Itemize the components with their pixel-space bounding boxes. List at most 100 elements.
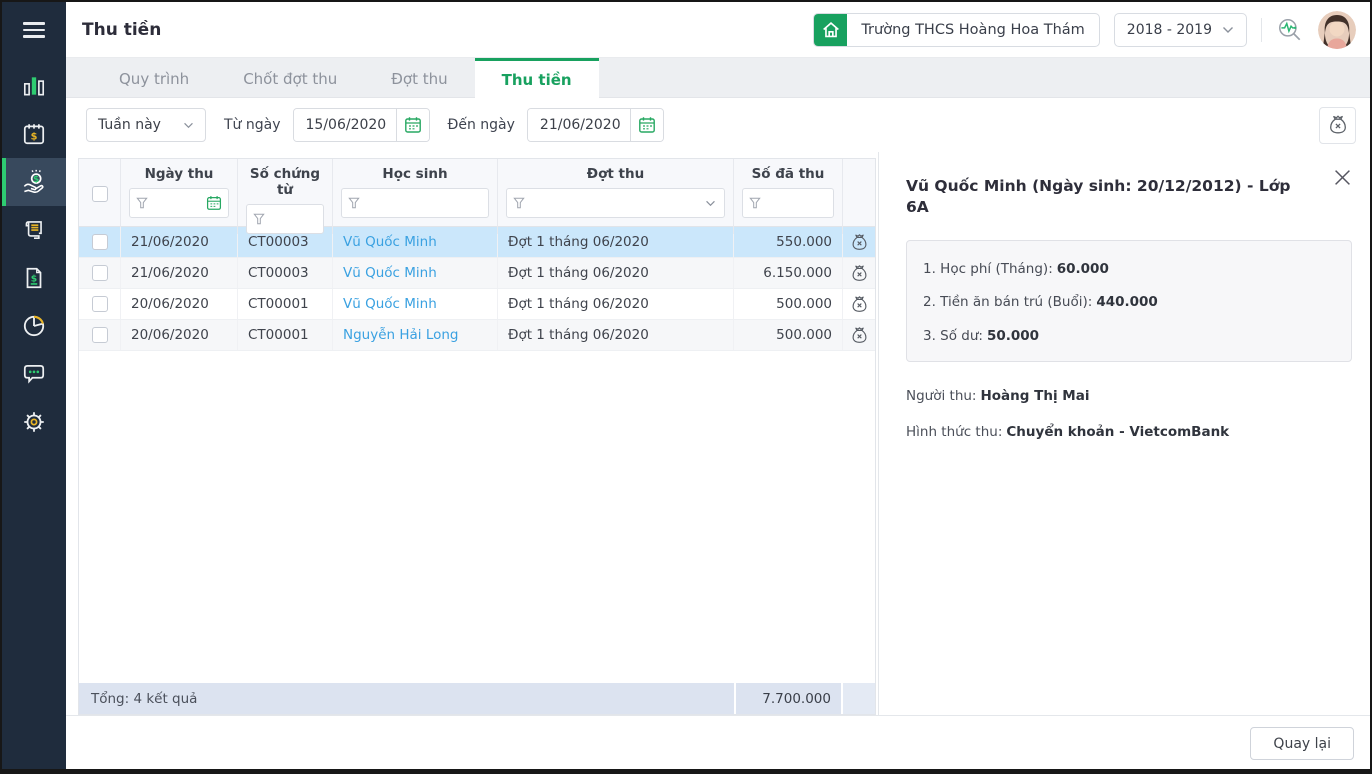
sidebar-item-fee-schedule[interactable]: [2, 110, 66, 158]
money-bag-x-icon: [1326, 113, 1350, 137]
sidebar-item-settings[interactable]: [2, 398, 66, 446]
sidebar-nav: [2, 58, 66, 446]
row-checkbox[interactable]: [92, 327, 108, 343]
sidebar-item-invoices[interactable]: [2, 254, 66, 302]
calendar-icon: [404, 116, 422, 134]
tab-quy-trinh[interactable]: Quy trình: [92, 58, 216, 97]
calendar-icon: [638, 116, 656, 134]
sidebar-item-collect-money[interactable]: [2, 158, 66, 206]
period-select[interactable]: Tuần này: [86, 108, 206, 142]
avatar[interactable]: [1318, 11, 1356, 49]
back-button[interactable]: Quay lại: [1250, 727, 1354, 760]
tab-thu-tien[interactable]: Thu tiền: [475, 58, 599, 98]
collect-money-icon: [21, 169, 48, 196]
payment-method-value: Chuyển khoản - VietcomBank: [1006, 424, 1229, 440]
sidebar-item-dashboard[interactable]: [2, 62, 66, 110]
batch-cell: Đợt 1 tháng 06/2020: [498, 258, 734, 288]
fee-item: 1. Học phí (Tháng):60.000: [923, 261, 1335, 279]
amount-cell: 6.150.000: [734, 258, 843, 288]
cancel-receipt-button[interactable]: [849, 325, 870, 346]
collector-row: Người thu:Hoàng Thị Mai: [906, 388, 1352, 404]
student-link[interactable]: Vũ Quốc Minh: [343, 234, 437, 250]
chevron-down-icon: [1222, 26, 1234, 34]
avatar-photo: [1318, 11, 1356, 49]
school-name: Trường THCS Hoàng Hoa Thám: [847, 22, 1098, 38]
cancel-receipt-toolbar-button[interactable]: [1319, 107, 1356, 144]
date-cell: 20/06/2020: [121, 289, 238, 319]
sidebar-item-messages[interactable]: [2, 350, 66, 398]
school-year-select[interactable]: 2018 - 2019: [1114, 13, 1247, 47]
fee-breakdown-box: 1. Học phí (Tháng):60.000 2. Tiền ăn bán…: [906, 240, 1352, 363]
doc-cell: CT00001: [238, 320, 333, 350]
payment-method-label: Hình thức thu:: [906, 424, 1002, 440]
detail-title: Vũ Quốc Minh (Ngày sinh: 20/12/2012) - L…: [906, 176, 1352, 218]
page-title: Thu tiền: [82, 20, 161, 40]
money-bag-x-icon: [849, 294, 870, 315]
row-checkbox[interactable]: [92, 296, 108, 312]
cancel-receipt-button[interactable]: [849, 232, 870, 253]
divider: [1261, 18, 1262, 42]
column-header-date: Ngày thu: [129, 166, 229, 182]
pie-chart-icon: [21, 313, 47, 339]
settings-icon: [21, 409, 47, 435]
row-checkbox[interactable]: [92, 265, 108, 281]
date-cell: 21/06/2020: [121, 258, 238, 288]
column-header-doc: Số chứng từ: [246, 166, 324, 198]
select-all-checkbox[interactable]: [92, 186, 108, 202]
fee-label: 3. Số dư:: [923, 328, 983, 344]
to-date-calendar-button[interactable]: [630, 109, 663, 141]
calendar-money-icon: [21, 121, 47, 147]
fee-value: 60.000: [1057, 261, 1109, 277]
batch-filter-select[interactable]: [506, 188, 725, 218]
menu-toggle-button[interactable]: [2, 2, 66, 58]
fee-item: 3. Số dư:50.000: [923, 328, 1335, 346]
payment-method-row: Hình thức thu:Chuyển khoản - VietcomBank: [906, 424, 1352, 440]
collector-value: Hoàng Thị Mai: [980, 388, 1089, 404]
search-trend-button[interactable]: [1276, 16, 1304, 44]
from-date-label: Từ ngày: [224, 117, 281, 133]
bar-chart-icon: [21, 73, 47, 99]
date-cell: 20/06/2020: [121, 320, 238, 350]
fee-value: 440.000: [1096, 294, 1158, 310]
table-empty-area: [79, 351, 875, 683]
to-date-input[interactable]: [528, 109, 630, 141]
doc-filter-input[interactable]: [246, 204, 324, 234]
amount-filter-input[interactable]: [742, 188, 834, 218]
app-window: Thu tiền Trường THCS Hoàng Hoa Thám 2018…: [0, 0, 1372, 774]
student-link[interactable]: Nguyễn Hải Long: [343, 327, 459, 343]
fee-value: 50.000: [987, 328, 1039, 344]
row-checkbox[interactable]: [92, 234, 108, 250]
table-row[interactable]: 20/06/2020 CT00001 Nguyễn Hải Long Đợt 1…: [79, 320, 875, 351]
close-icon: [1334, 169, 1351, 186]
tab-dot-thu[interactable]: Đợt thu: [364, 58, 474, 97]
from-date-input[interactable]: [294, 109, 396, 141]
table-row[interactable]: 21/06/2020 CT00003 Vũ Quốc Minh Đợt 1 th…: [79, 258, 875, 289]
student-filter-input[interactable]: [341, 188, 489, 218]
fee-item: 2. Tiền ăn bán trú (Buổi):440.000: [923, 294, 1335, 312]
table-row[interactable]: 20/06/2020 CT00001 Vũ Quốc Minh Đợt 1 th…: [79, 289, 875, 320]
student-link[interactable]: Vũ Quốc Minh: [343, 265, 437, 281]
sidebar-item-reports[interactable]: [2, 302, 66, 350]
sidebar-item-receipts[interactable]: [2, 206, 66, 254]
chevron-down-icon: [183, 122, 194, 129]
table-header: Ngày thu Số chứng từ Học sinh: [79, 159, 875, 227]
cancel-receipt-button[interactable]: [849, 263, 870, 284]
detail-panel: Vũ Quốc Minh (Ngày sinh: 20/12/2012) - L…: [878, 152, 1370, 715]
student-link[interactable]: Vũ Quốc Minh: [343, 296, 437, 312]
top-bar: Thu tiền Trường THCS Hoàng Hoa Thám 2018…: [66, 2, 1370, 58]
home-icon: [814, 13, 847, 47]
close-panel-button[interactable]: [1332, 167, 1353, 191]
table-footer: Tổng: 4 kết quả 7.700.000: [79, 683, 875, 714]
amount-cell: 500.000: [734, 320, 843, 350]
batch-cell: Đợt 1 tháng 06/2020: [498, 289, 734, 319]
from-date-calendar-button[interactable]: [396, 109, 429, 141]
school-selector[interactable]: Trường THCS Hoàng Hoa Thám: [813, 13, 1099, 47]
receipt-scroll-icon: [21, 217, 47, 243]
tab-chot-dot-thu[interactable]: Chốt đợt thu: [216, 58, 364, 97]
tab-bar: Quy trình Chốt đợt thu Đợt thu Thu tiền: [66, 58, 1370, 98]
doc-cell: CT00001: [238, 289, 333, 319]
calendar-icon[interactable]: [206, 195, 222, 211]
amount-cell: 500.000: [734, 289, 843, 319]
cancel-receipt-button[interactable]: [849, 294, 870, 315]
column-header-student: Học sinh: [341, 166, 489, 182]
